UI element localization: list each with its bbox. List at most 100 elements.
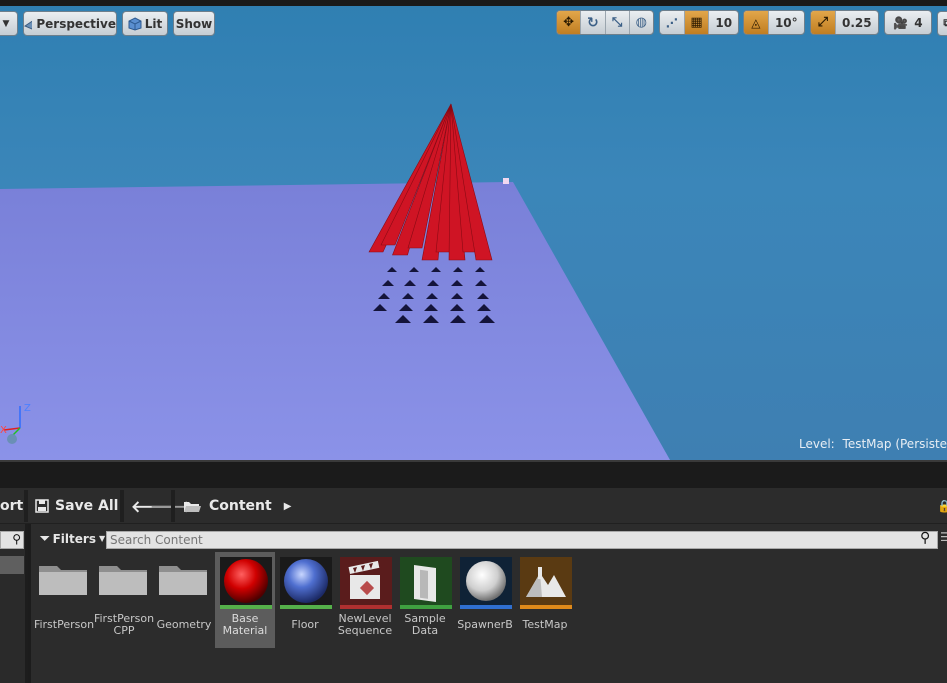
rotation-snap-toggle[interactable]: ◬ [744, 11, 768, 34]
asset-folder-geometry[interactable]: Geometry [154, 552, 214, 648]
surface-snap-toggle[interactable]: ⋰ [660, 11, 684, 34]
rotation-snap-group: ◬ 10° [743, 10, 805, 35]
chevron-down-icon: ▼ [98, 534, 106, 543]
level-indicator: Level: TestMap (Persistent) [799, 437, 947, 451]
lock-button[interactable]: 🔒 [937, 488, 947, 524]
asset-newlevelsequence[interactable]: NewLevel Sequence [335, 552, 395, 648]
rotate-icon: ↻ [587, 14, 599, 31]
save-all-button[interactable]: Save All [35, 488, 118, 524]
asset-spawnerb[interactable]: SpawnerB [455, 552, 515, 648]
grid-icon: ▦ [690, 15, 703, 30]
spike-array[interactable] [368, 103, 493, 261]
data-table-icon [400, 557, 452, 609]
lock-icon: 🔒 [937, 499, 947, 513]
separator [24, 490, 28, 522]
scale-snap-icon: ⤢ [817, 15, 829, 30]
angle-icon: ◬ [751, 15, 761, 30]
lit-button[interactable]: Lit [122, 11, 168, 36]
folder-icon [159, 566, 207, 595]
show-label: Show [175, 16, 213, 31]
world-local-toggle[interactable]: ◍ [630, 11, 653, 34]
scale-snap-toggle[interactable]: ⤢ [811, 11, 835, 34]
chevron-down-icon: ▼ [2, 18, 10, 29]
filter-icon: ⏷ [40, 531, 50, 545]
lit-label: Lit [144, 16, 163, 31]
lit-cube-icon [128, 16, 142, 31]
axis-z-label: Z [24, 403, 31, 414]
folder-open-icon [184, 501, 201, 512]
axis-gizmo: Z X [0, 403, 31, 444]
surface-snap-icon: ⋰ [665, 15, 678, 30]
scale-snap-value-text: 0.25 [842, 15, 872, 30]
filters-label: Filters [52, 531, 96, 546]
rotation-snap-value-text: 10° [774, 15, 798, 30]
camera-icon: 🎥 [893, 15, 909, 30]
import-label: ort [0, 498, 24, 514]
filters-button[interactable]: ⏷ Filters ▼ [40, 531, 105, 546]
scale-snap-group: ⤢ 0.25 [810, 10, 879, 35]
search-icon[interactable]: ⚲ [920, 530, 930, 546]
view-options-icon[interactable]: ☰ [940, 530, 947, 544]
level-map-icon [520, 557, 572, 609]
import-button[interactable]: ort [0, 488, 23, 524]
save-icon [35, 499, 49, 513]
separator [171, 490, 175, 522]
clapperboard-icon [340, 557, 392, 609]
search-content-input[interactable] [106, 531, 938, 549]
scale-snap-value[interactable]: 0.25 [836, 11, 878, 34]
viewport-scene[interactable] [0, 0, 947, 460]
show-button[interactable]: Show [173, 11, 215, 36]
grid-snap-group: ⋰ ▦ 10 [659, 10, 739, 35]
help-icon[interactable] [7, 434, 17, 444]
level-label: Level: [799, 437, 835, 451]
camera-speed-group[interactable]: 🎥 4 [884, 10, 932, 35]
perspective-button[interactable]: Perspective [23, 11, 117, 36]
transform-tools-group: ✥ ↻ ⤡ ◍ [556, 10, 654, 35]
grid-snap-toggle[interactable]: ▦ [684, 11, 709, 34]
asset-floor[interactable]: Floor [275, 552, 335, 648]
breadcrumb-chevron-icon[interactable]: ▶ [284, 501, 292, 512]
content-browser-toolbar: ort Save All 🡐 🡒 Content ▶ [0, 488, 947, 524]
material-sphere-icon [220, 557, 272, 609]
camera-speed-value: 4 [914, 15, 923, 30]
breadcrumb: Content ▶ [183, 488, 291, 524]
level-name: TestMap (Persistent) [842, 437, 947, 451]
asset-view: ⏷ Filters ▼ ⚲ ☰ FirstPerson FirstPerson … [31, 524, 947, 683]
perspective-label: Perspective [36, 16, 116, 31]
search-icon: ⚲ [12, 532, 21, 546]
level-viewport[interactable]: ▼ Perspective Lit Show ✥ ↻ ⤡ ◍ ⋰ ▦ 10 ◬ … [0, 0, 947, 460]
globe-icon: ◍ [635, 15, 647, 30]
save-all-label: Save All [55, 498, 119, 514]
floor-plane[interactable] [0, 182, 670, 460]
sources-search-field[interactable]: ⚲ [0, 531, 24, 549]
maximize-viewport-button[interactable]: ⧉ [937, 11, 947, 36]
translate-tool[interactable]: ✥ [557, 11, 581, 34]
scale-icon: ⤡ [611, 15, 623, 30]
axis-x-label: X [0, 425, 7, 436]
restore-icon: ⧉ [943, 18, 947, 29]
camera-speed-button[interactable]: 🎥 4 [885, 11, 931, 34]
asset-base-material[interactable]: Base Material [215, 552, 275, 648]
grid-snap-value[interactable]: 10 [709, 11, 738, 34]
blueprint-sphere-icon [460, 557, 512, 609]
asset-label: TestMap [522, 618, 568, 631]
rotation-snap-value[interactable]: 10° [769, 11, 804, 34]
material-sphere-icon [280, 557, 332, 609]
rotate-tool[interactable]: ↻ [581, 11, 604, 34]
floor-corner-marker [503, 178, 509, 184]
folder-icon [39, 566, 87, 595]
separator [120, 490, 124, 522]
asset-sampledata[interactable]: Sample Data [395, 552, 455, 648]
move-arrows-icon: ✥ [563, 15, 575, 30]
sources-selected-folder[interactable] [0, 556, 24, 574]
asset-testmap[interactable]: TestMap [515, 552, 575, 648]
breadcrumb-content[interactable]: Content [209, 498, 272, 514]
scale-tool[interactable]: ⤡ [605, 11, 628, 34]
viewport-options-button[interactable]: ▼ [0, 11, 18, 36]
panel-splitter[interactable] [0, 460, 947, 488]
folder-icon [99, 566, 147, 595]
perspective-icon [24, 20, 33, 30]
grid-snap-value-text: 10 [715, 15, 733, 30]
asset-folder-firstpersoncpp[interactable]: FirstPerson CPP [94, 552, 154, 648]
asset-folder-firstperson[interactable]: FirstPerson [34, 552, 94, 648]
